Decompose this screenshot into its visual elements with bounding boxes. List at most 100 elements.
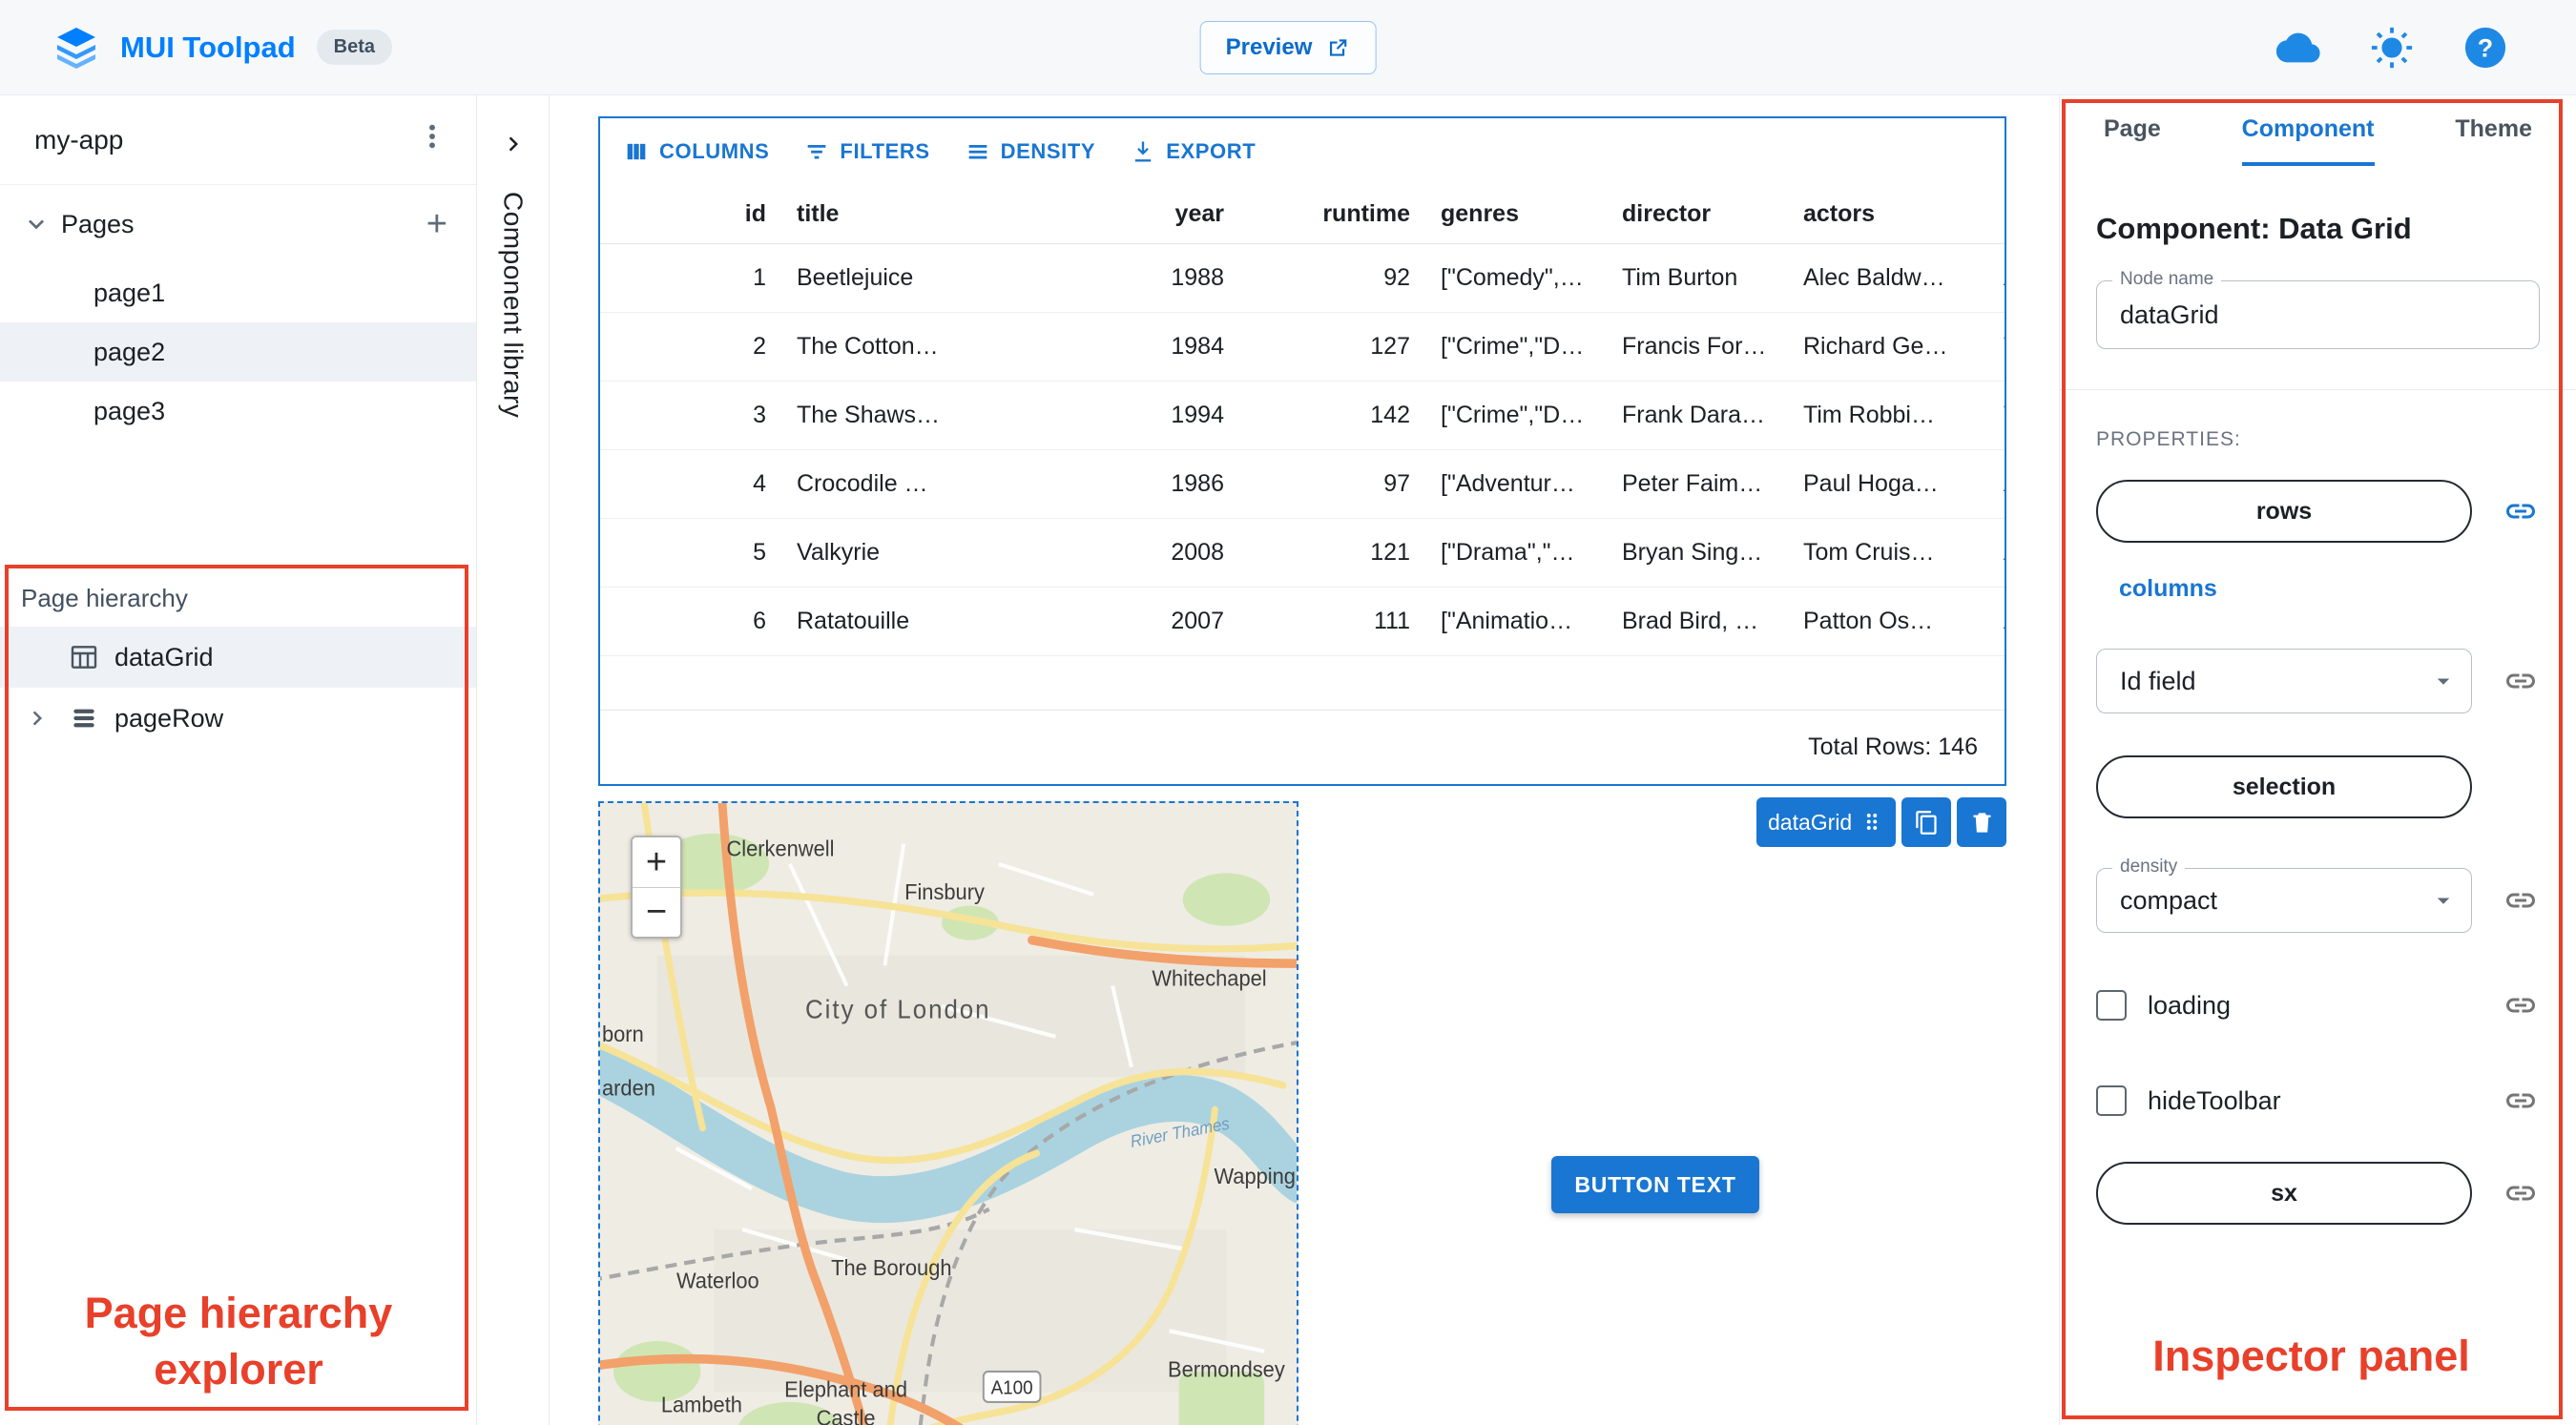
columns-button[interactable]: COLUMNS bbox=[608, 129, 784, 175]
beta-badge: Beta bbox=[316, 30, 393, 65]
column-header-director[interactable]: director bbox=[1607, 200, 1788, 228]
table-row[interactable]: 3 The Shaws… 1994 142 ["Crime","D… Frank… bbox=[600, 382, 2005, 450]
selection-property-button[interactable]: selection bbox=[2096, 755, 2472, 818]
tree-item-pagerow[interactable]: pageRow bbox=[0, 688, 476, 749]
inspector-panel: Page Component Theme Component: Data Gri… bbox=[2059, 95, 2576, 1425]
density-property-row: density compact bbox=[2096, 857, 2540, 933]
view-columns-icon bbox=[627, 143, 646, 160]
chevron-down-icon bbox=[2429, 886, 2458, 915]
density-select[interactable]: density compact bbox=[2096, 857, 2472, 933]
cell-id: 2 bbox=[753, 333, 766, 360]
cell-genres: ["Crime","D… bbox=[1441, 333, 1585, 360]
help-icon[interactable]: ? bbox=[2463, 26, 2507, 70]
cell-runtime: 97 bbox=[1383, 470, 1410, 497]
table-row[interactable]: 5 Valkyrie 2008 121 ["Drama","… Bryan Si… bbox=[600, 519, 2005, 588]
copy-icon bbox=[1915, 810, 1937, 835]
preview-button[interactable]: Preview bbox=[1199, 20, 1377, 74]
zoom-in-button[interactable]: + bbox=[633, 837, 680, 887]
sidebar-item-page2[interactable]: page2 bbox=[0, 322, 476, 382]
column-header-title[interactable]: title bbox=[781, 200, 1068, 228]
column-header-plot[interactable]: plot bbox=[1988, 200, 2005, 228]
hidetoolbar-bind-button[interactable] bbox=[2502, 1082, 2540, 1120]
chevron-right-icon bbox=[23, 704, 52, 733]
filters-button-label: FILTERS bbox=[840, 139, 930, 163]
idfield-bind-button[interactable] bbox=[2502, 662, 2540, 700]
density-button[interactable]: DENSITY bbox=[949, 129, 1111, 175]
svg-text:?: ? bbox=[2478, 33, 2493, 62]
columns-property-button[interactable]: columns bbox=[2119, 575, 2217, 603]
tree-item-label: dataGrid bbox=[114, 642, 214, 671]
page-hierarchy-header: Page hierarchy bbox=[21, 584, 188, 612]
column-header-id[interactable]: id bbox=[600, 200, 781, 228]
app-title: MUI Toolpad bbox=[120, 30, 296, 64]
hidetoolbar-checkbox[interactable] bbox=[2096, 1085, 2127, 1116]
cell-director: Bryan Sing… bbox=[1622, 539, 1763, 566]
main-layout: my-app Pages + page1 page2 page3 Page hi… bbox=[0, 95, 2576, 1425]
map-component[interactable]: A100 Clerkenwell Finsbury Whitechapel Ci… bbox=[598, 801, 1298, 1425]
map-label-finsbury: Finsbury bbox=[904, 878, 985, 904]
tab-component[interactable]: Component bbox=[2241, 95, 2375, 166]
duplicate-node-button[interactable] bbox=[1901, 797, 1952, 847]
id-field-select[interactable]: Id field bbox=[2096, 649, 2472, 713]
selected-node-chip[interactable]: dataGrid bbox=[1756, 797, 1897, 847]
column-header-year[interactable]: year bbox=[1068, 200, 1239, 228]
sidebar-item-page3[interactable]: page3 bbox=[0, 382, 476, 441]
project-menu-icon[interactable] bbox=[417, 121, 447, 158]
loading-property-row: loading bbox=[2096, 986, 2540, 1024]
sidebar-item-page1[interactable]: page1 bbox=[0, 263, 476, 322]
density-button-label: DENSITY bbox=[1000, 139, 1096, 163]
chevron-slot[interactable] bbox=[21, 704, 53, 733]
filters-button[interactable]: FILTERS bbox=[788, 129, 945, 175]
rows-property-button[interactable]: rows bbox=[2096, 480, 2472, 543]
cell-year: 1984 bbox=[1171, 333, 1224, 360]
sx-bind-button[interactable] bbox=[2502, 1174, 2540, 1212]
loading-checkbox[interactable] bbox=[2096, 990, 2127, 1021]
cell-genres: ["Comedy",… bbox=[1441, 264, 1584, 291]
map-label-the-borough: The Borough bbox=[831, 1254, 951, 1280]
tree-item-label: pageRow bbox=[114, 703, 224, 733]
hidetoolbar-label: hideToolbar bbox=[2148, 1085, 2281, 1115]
link-icon bbox=[2503, 988, 2538, 1022]
loading-bind-button[interactable] bbox=[2502, 986, 2540, 1024]
brightness-icon[interactable] bbox=[2370, 26, 2414, 70]
sidebar: my-app Pages + page1 page2 page3 Page hi… bbox=[0, 95, 477, 1425]
link-icon bbox=[2503, 494, 2538, 528]
button-component[interactable]: BUTTON TEXT bbox=[1551, 1156, 1759, 1213]
density-icon bbox=[968, 145, 987, 159]
road-badge-a100: A100 bbox=[991, 1377, 1033, 1399]
datagrid-icon bbox=[69, 642, 99, 672]
expand-library-icon[interactable] bbox=[499, 130, 528, 163]
rows-bind-button[interactable] bbox=[2502, 492, 2540, 530]
column-header-actors[interactable]: actors bbox=[1788, 200, 1988, 228]
project-name: my-app bbox=[34, 124, 124, 155]
cell-id: 6 bbox=[753, 608, 766, 634]
table-row[interactable]: 1 Beetlejuice 1988 92 ["Comedy",… Tim Bu… bbox=[600, 244, 2005, 313]
export-button-label: EXPORT bbox=[1166, 139, 1257, 163]
delete-node-button[interactable] bbox=[1957, 797, 2007, 847]
density-bind-button[interactable] bbox=[2502, 881, 2540, 919]
add-page-button[interactable]: + bbox=[426, 206, 447, 242]
node-name-field[interactable]: Node name dataGrid bbox=[2096, 269, 2540, 349]
tab-page[interactable]: Page bbox=[2104, 95, 2161, 166]
cell-actors: Alec Baldw… bbox=[1803, 264, 1945, 291]
column-header-genres[interactable]: genres bbox=[1425, 200, 1607, 228]
datagrid-toolbar: COLUMNS FILTERS DENSITY EXPORT bbox=[600, 118, 2005, 185]
table-row[interactable]: 4 Crocodile … 1986 97 ["Adventur… Peter … bbox=[600, 450, 2005, 519]
table-row[interactable]: 6 Ratatouille 2007 111 ["Animatio… Brad … bbox=[600, 588, 2005, 656]
export-button[interactable]: EXPORT bbox=[1114, 129, 1271, 175]
download-icon bbox=[1135, 141, 1152, 162]
zoom-out-button[interactable]: − bbox=[633, 887, 680, 937]
sx-property-button[interactable]: sx bbox=[2096, 1162, 2472, 1225]
column-header-runtime[interactable]: runtime bbox=[1239, 200, 1425, 228]
table-row[interactable]: 2 The Cotton… 1984 127 ["Crime","D… Fran… bbox=[600, 313, 2005, 382]
component-library-strip[interactable]: Component library bbox=[477, 95, 550, 1425]
drag-handle-icon[interactable] bbox=[1859, 810, 1884, 835]
map-label-lambeth: Lambeth bbox=[661, 1392, 742, 1417]
tab-theme[interactable]: Theme bbox=[2455, 95, 2532, 166]
datagrid-component[interactable]: COLUMNS FILTERS DENSITY EXPORT id title … bbox=[598, 116, 2006, 786]
pages-section-header[interactable]: Pages + bbox=[0, 185, 476, 263]
cloud-sync-icon[interactable] bbox=[2276, 26, 2320, 70]
tree-item-datagrid[interactable]: dataGrid bbox=[0, 627, 476, 688]
density-value: compact bbox=[2120, 885, 2218, 915]
node-name-value: dataGrid bbox=[2120, 299, 2219, 329]
